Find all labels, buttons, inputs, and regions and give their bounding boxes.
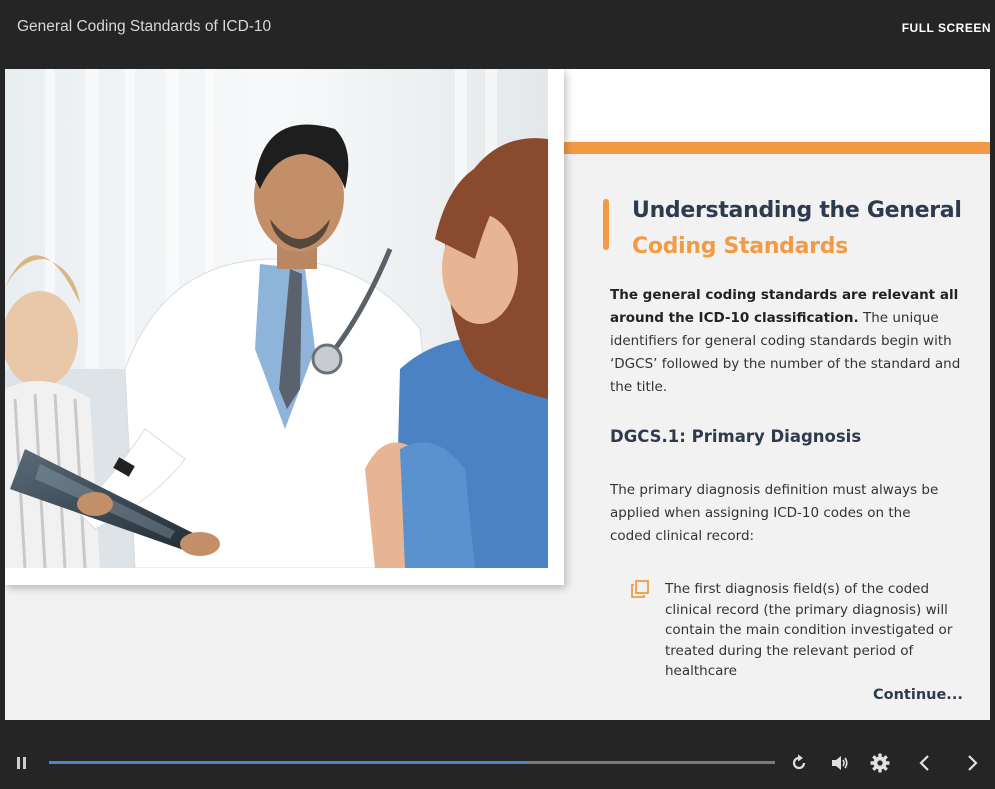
copy-icon — [631, 580, 649, 598]
pause-button[interactable] — [14, 755, 30, 771]
heading-line-2: Coding Standards — [632, 234, 848, 259]
intro-paragraph: The general coding standards are relevan… — [610, 284, 962, 399]
fullscreen-button[interactable]: FULL SCREEN — [902, 21, 991, 35]
slide-heading: Understanding the General Coding Standar… — [632, 193, 962, 265]
continue-button[interactable]: Continue... — [873, 687, 963, 703]
player-controls — [0, 720, 995, 789]
previous-button[interactable] — [915, 753, 935, 773]
accent-stripe — [564, 142, 990, 154]
progress-bar[interactable] — [49, 761, 775, 764]
next-button[interactable] — [962, 753, 982, 773]
pause-icon — [17, 757, 26, 769]
volume-button[interactable] — [830, 753, 850, 773]
replay-button[interactable] — [789, 753, 809, 773]
course-title: General Coding Standards of ICD-10 — [17, 18, 272, 35]
doctors-illustration — [5, 69, 548, 568]
heading-accent-bar — [603, 199, 609, 250]
chevron-right-icon — [968, 755, 978, 771]
top-bar: General Coding Standards of ICD-10 FULL … — [0, 0, 995, 58]
heading-line-1: Understanding the General — [632, 198, 962, 223]
bullet-item: The first diagnosis field(s) of the code… — [665, 581, 953, 679]
volume-icon — [832, 756, 848, 770]
section-paragraph: The primary diagnosis definition must al… — [610, 482, 939, 544]
settings-icon — [870, 753, 890, 773]
chevron-left-icon — [919, 755, 929, 771]
settings-button[interactable] — [870, 753, 890, 773]
replay-icon — [792, 754, 806, 770]
doctors-photo — [5, 69, 548, 568]
section-subheading: DGCS.1: Primary Diagnosis — [610, 427, 862, 446]
photo-card — [5, 69, 564, 585]
progress-fill — [49, 761, 525, 764]
